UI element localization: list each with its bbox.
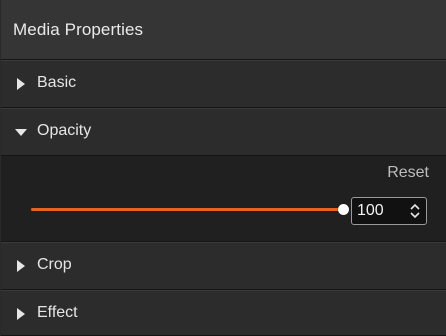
opacity-section-body: Reset [1, 156, 446, 242]
opacity-value-input[interactable] [357, 201, 401, 221]
section-effect-header[interactable]: Effect [1, 290, 446, 336]
panel-header: Media Properties [1, 0, 446, 60]
section-opacity-label: Opacity [37, 122, 92, 139]
section-basic-label: Basic [37, 74, 77, 91]
opacity-spinbox[interactable] [351, 197, 427, 225]
section-opacity-header[interactable]: Opacity [1, 108, 446, 156]
slider-fill [31, 208, 343, 211]
panel-title: Media Properties [13, 20, 144, 39]
section-crop-header[interactable]: Crop [1, 242, 446, 290]
triangle-right-icon [17, 308, 25, 320]
slider-thumb[interactable] [338, 204, 349, 215]
triangle-right-icon [17, 78, 25, 90]
opacity-slider[interactable] [31, 200, 349, 220]
spin-arrows-icon[interactable] [410, 202, 420, 220]
media-properties-panel: Media Properties Basic Opacity Reset 100… [0, 0, 446, 336]
section-basic-header[interactable]: Basic [1, 60, 446, 108]
reset-button[interactable]: Reset [387, 164, 429, 182]
section-effect-label: Effect [37, 304, 78, 321]
triangle-right-icon [17, 260, 25, 272]
triangle-down-icon [15, 129, 27, 136]
section-crop-label: Crop [37, 256, 72, 273]
